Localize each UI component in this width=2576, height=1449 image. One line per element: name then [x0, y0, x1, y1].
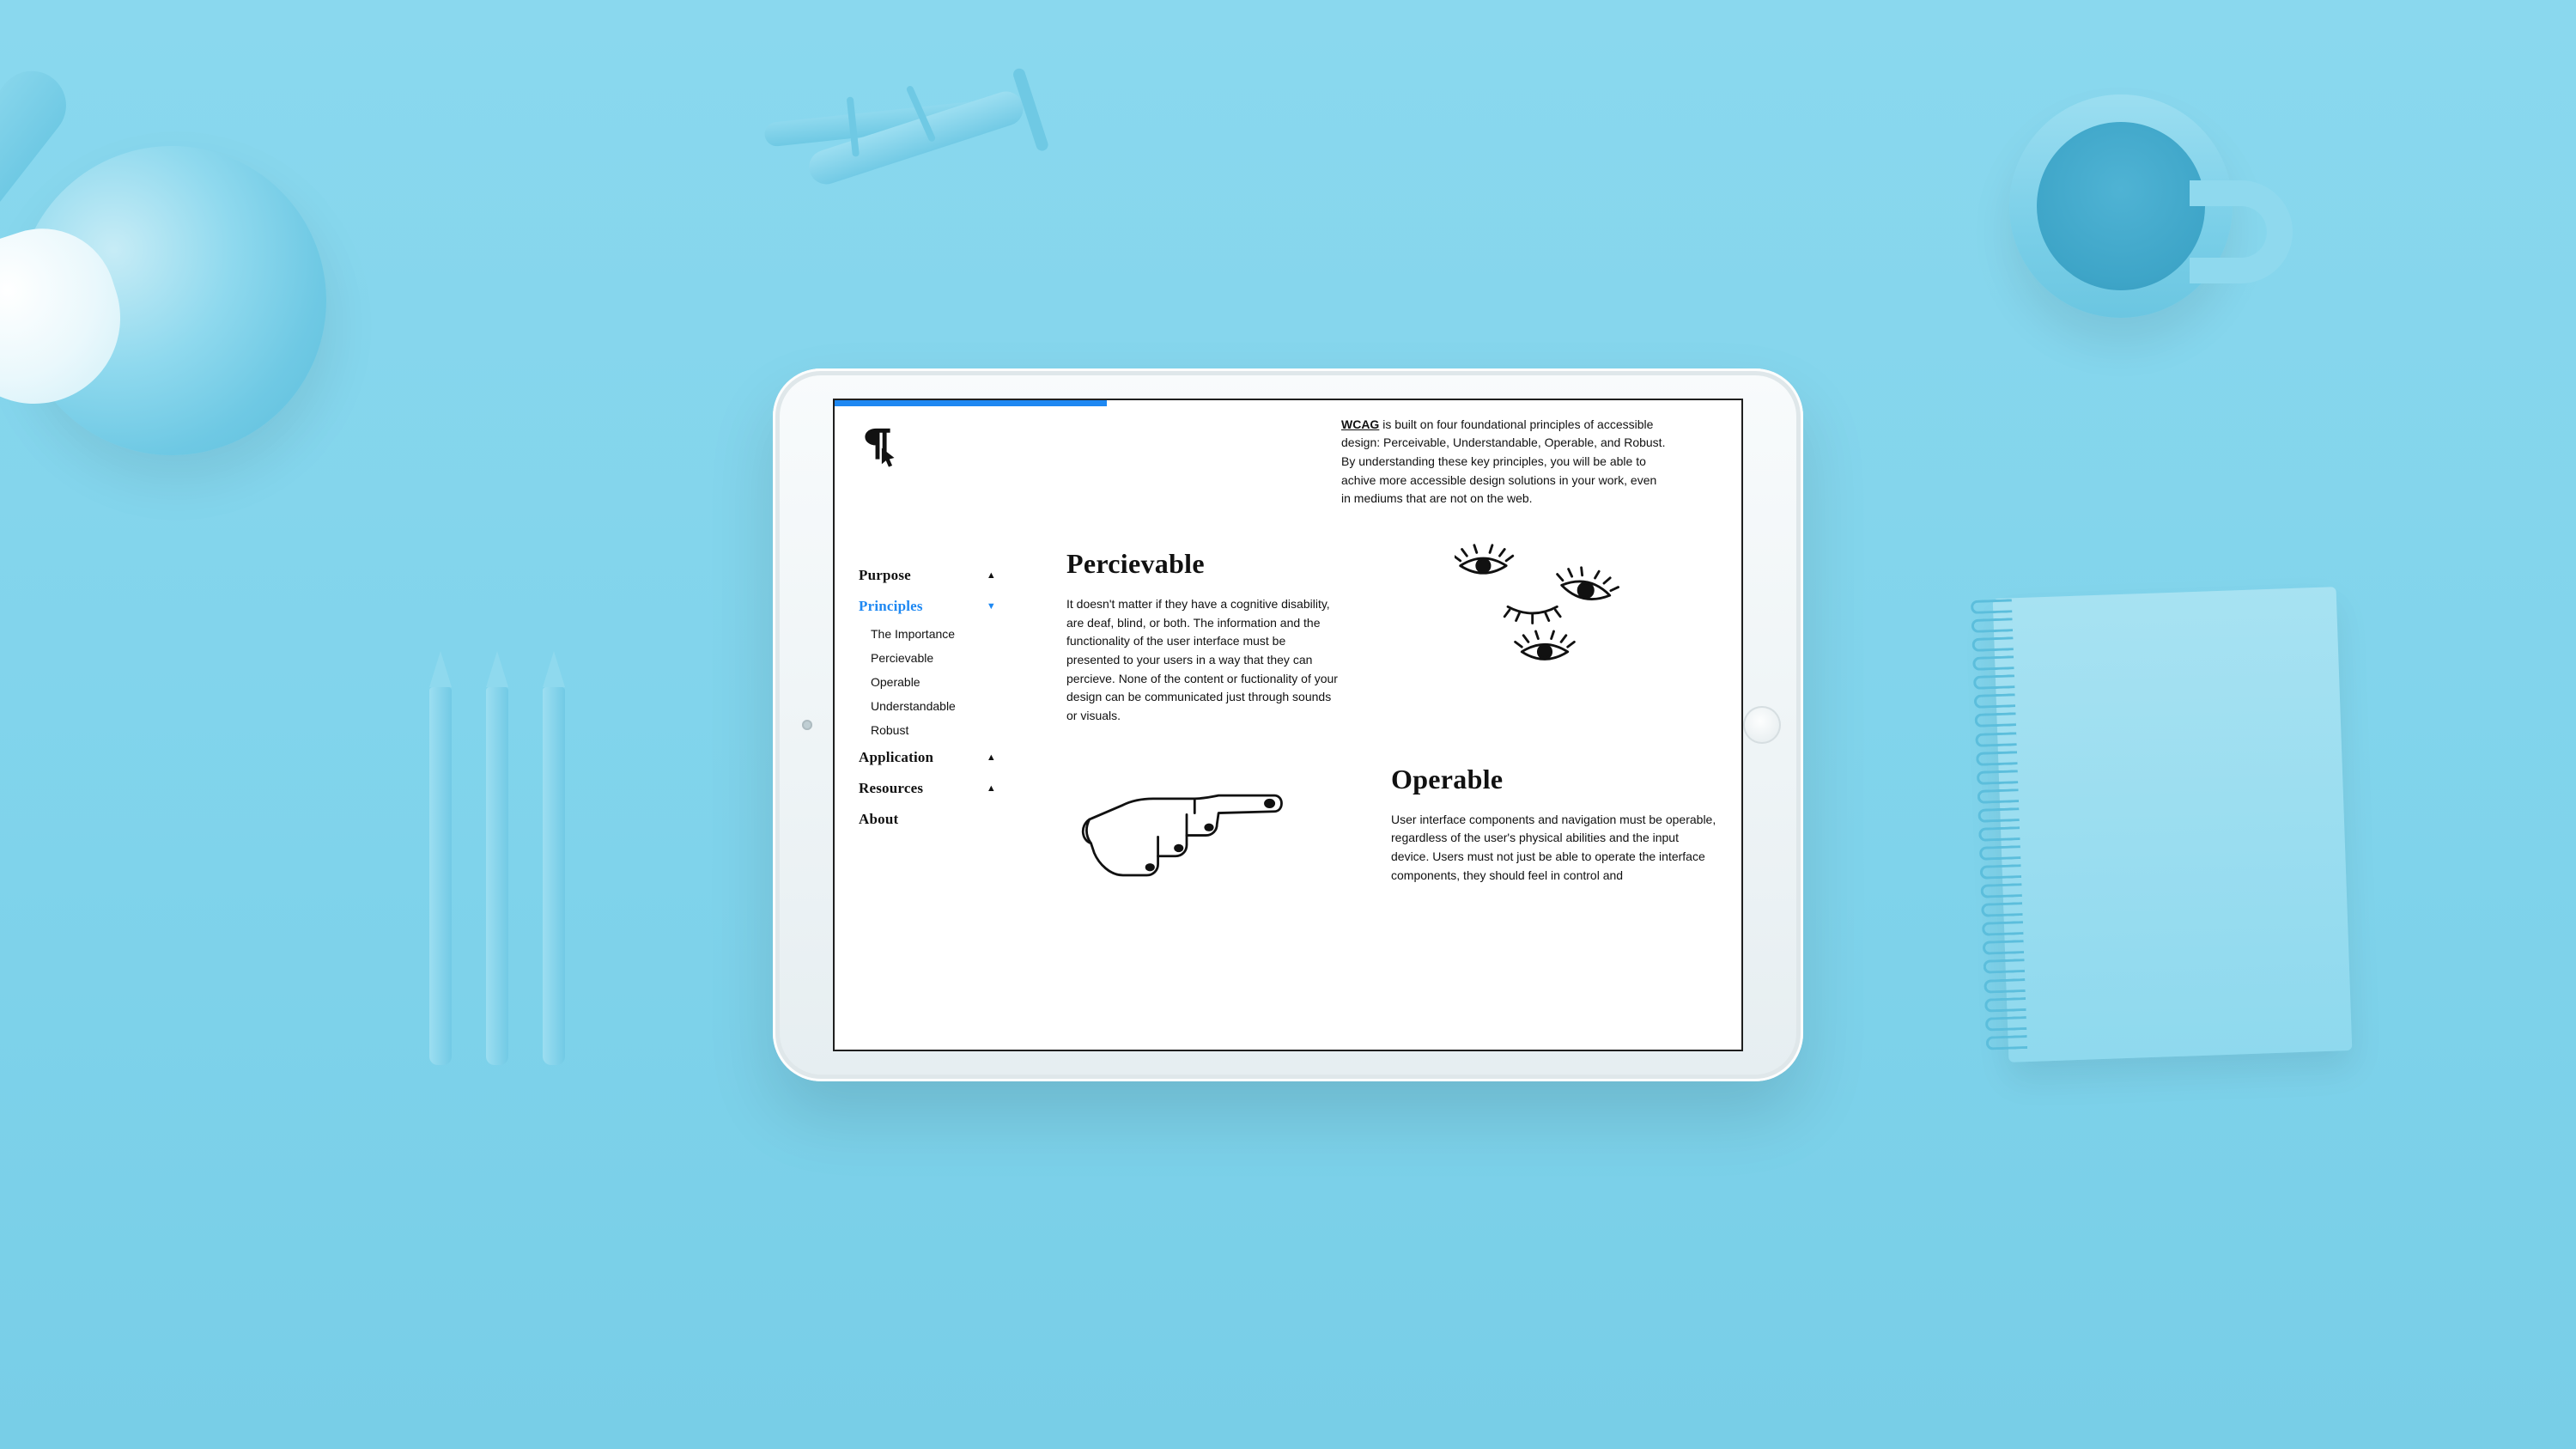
toy-plane: [708, 0, 1130, 325]
chevron-up-icon: ▲: [987, 752, 1048, 763]
nav-principles[interactable]: Principles ▼: [859, 591, 1048, 622]
tablet-screen: Purpose ▲ Principles ▼ The Importance Pe…: [833, 399, 1743, 1051]
coffee-mug: [1992, 77, 2284, 352]
section-perceivable: Percievable It doesn't matter if they ha…: [1058, 548, 1717, 726]
subnav-understandable[interactable]: Understandable: [871, 694, 1048, 718]
tablet-device: Purpose ▲ Principles ▼ The Importance Pe…: [773, 368, 1803, 1081]
nav-label: Principles: [859, 598, 923, 615]
sidebar-nav: Purpose ▲ Principles ▼ The Importance Pe…: [859, 560, 1048, 835]
nav-label: About: [859, 811, 898, 828]
notebook: [1966, 593, 2344, 1074]
nav-purpose[interactable]: Purpose ▲: [859, 560, 1048, 591]
eyes-icon: [1455, 541, 1635, 680]
desk-scene: Purpose ▲ Principles ▼ The Importance Pe…: [0, 0, 2576, 1449]
chevron-up-icon: ▲: [987, 570, 1048, 581]
subnav-importance[interactable]: The Importance: [871, 622, 1048, 646]
intro-body-text: is built on four foundational principles…: [1341, 417, 1665, 506]
perceivable-heading: Percievable: [1066, 548, 1341, 580]
section-operable: Operable User interface components and n…: [1058, 764, 1717, 886]
nav-label: Purpose: [859, 567, 911, 584]
tablet-home-button[interactable]: [1743, 706, 1781, 744]
site-logo-icon[interactable]: [855, 424, 900, 469]
desk-lamp: [0, 26, 412, 472]
tablet-camera: [802, 720, 812, 730]
operable-body: User interface components and navigation…: [1391, 811, 1717, 886]
wcag-link[interactable]: WCAG: [1341, 417, 1379, 431]
intro-paragraph: WCAG is built on four foundational princ…: [1341, 416, 1668, 508]
subnav-operable[interactable]: Operable: [871, 670, 1048, 694]
nav-label: Application: [859, 749, 933, 766]
nav-application[interactable]: Application ▲: [859, 742, 1048, 773]
pointing-hand-icon: [1075, 764, 1298, 883]
nav-label: Resources: [859, 780, 923, 797]
nav-resources[interactable]: Resources ▲: [859, 773, 1048, 804]
chevron-down-icon: ▼: [987, 601, 1048, 612]
operable-heading: Operable: [1391, 764, 1717, 795]
nav-about[interactable]: About: [859, 804, 1048, 835]
perceivable-body: It doesn't matter if they have a cogniti…: [1066, 595, 1341, 726]
subnav-perceivable[interactable]: Percievable: [871, 646, 1048, 670]
pencils: [429, 653, 618, 1065]
chevron-up-icon: ▲: [987, 783, 1048, 794]
subnav-robust[interactable]: Robust: [871, 718, 1048, 742]
subnav-principles: The Importance Percievable Operable Unde…: [859, 622, 1048, 742]
main-content: WCAG is built on four foundational princ…: [1058, 400, 1741, 1050]
